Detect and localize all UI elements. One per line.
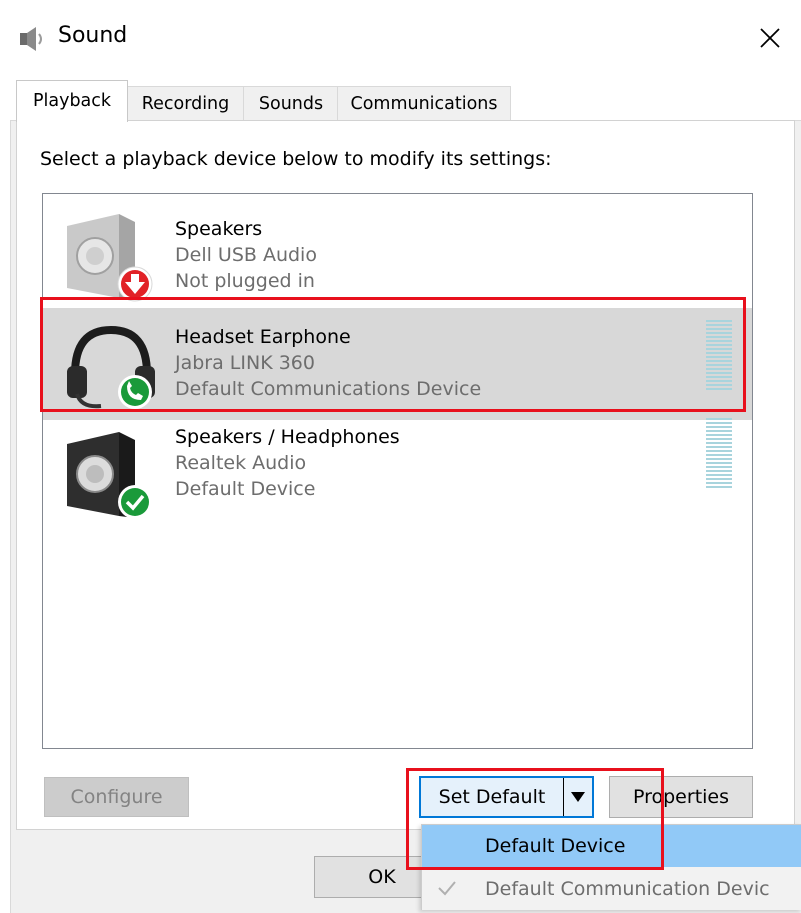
chevron-down-icon — [571, 792, 585, 802]
device-driver: Realtek Audio — [175, 452, 307, 474]
menu-item-label: Default Communication Devic — [485, 878, 770, 900]
close-button[interactable] — [752, 20, 788, 56]
instruction-text: Select a playback device below to modify… — [40, 148, 552, 170]
green-phone-icon — [118, 375, 152, 409]
properties-button[interactable]: Properties — [609, 776, 753, 818]
red-down-arrow-icon — [117, 266, 153, 302]
device-status: Default Communications Device — [175, 378, 482, 400]
device-driver: Dell USB Audio — [175, 244, 317, 266]
device-name: Headset Earphone — [175, 326, 351, 348]
device-speakers-dell[interactable]: Speakers Dell USB Audio Not plugged in — [43, 200, 752, 312]
device-driver: Jabra LINK 360 — [175, 352, 315, 374]
speaker-icon — [61, 430, 157, 522]
green-check-icon — [118, 485, 152, 519]
volume-level-meter — [706, 320, 732, 392]
configure-button[interactable]: Configure — [44, 777, 189, 817]
menu-item-default-communication-device[interactable]: Default Communication Devic — [422, 868, 801, 910]
tab-communications[interactable]: Communications — [337, 86, 511, 121]
checkmark-icon — [436, 878, 458, 903]
device-status: Not plugged in — [175, 270, 315, 292]
device-name: Speakers / Headphones — [175, 426, 400, 448]
set-default-button[interactable]: Set Default — [421, 778, 563, 816]
device-name: Speakers — [175, 218, 263, 240]
headset-icon — [61, 320, 157, 412]
window-title: Sound — [58, 23, 128, 48]
menu-item-default-device[interactable]: Default Device — [422, 825, 801, 867]
menu-item-label: Default Device — [485, 835, 626, 857]
device-headset-earphone[interactable]: Headset Earphone Jabra LINK 360 Default … — [43, 308, 752, 420]
tab-sounds[interactable]: Sounds — [243, 86, 339, 121]
speaker-icon — [18, 26, 46, 52]
tab-recording[interactable]: Recording — [126, 86, 245, 121]
device-status: Default Device — [175, 478, 316, 500]
speaker-icon — [61, 212, 157, 304]
tab-playback[interactable]: Playback — [16, 80, 128, 122]
volume-level-meter — [706, 418, 732, 490]
set-default-dropdown-arrow[interactable] — [564, 778, 592, 816]
close-icon — [760, 28, 780, 48]
device-speakers-headphones[interactable]: Speakers / Headphones Realtek Audio Defa… — [43, 418, 752, 530]
device-list[interactable]: Speakers Dell USB Audio Not plugged in H… — [42, 193, 753, 749]
set-default-menu: Default Device Default Communication Dev… — [421, 824, 801, 910]
set-default-split-button[interactable]: Set Default — [419, 776, 594, 818]
